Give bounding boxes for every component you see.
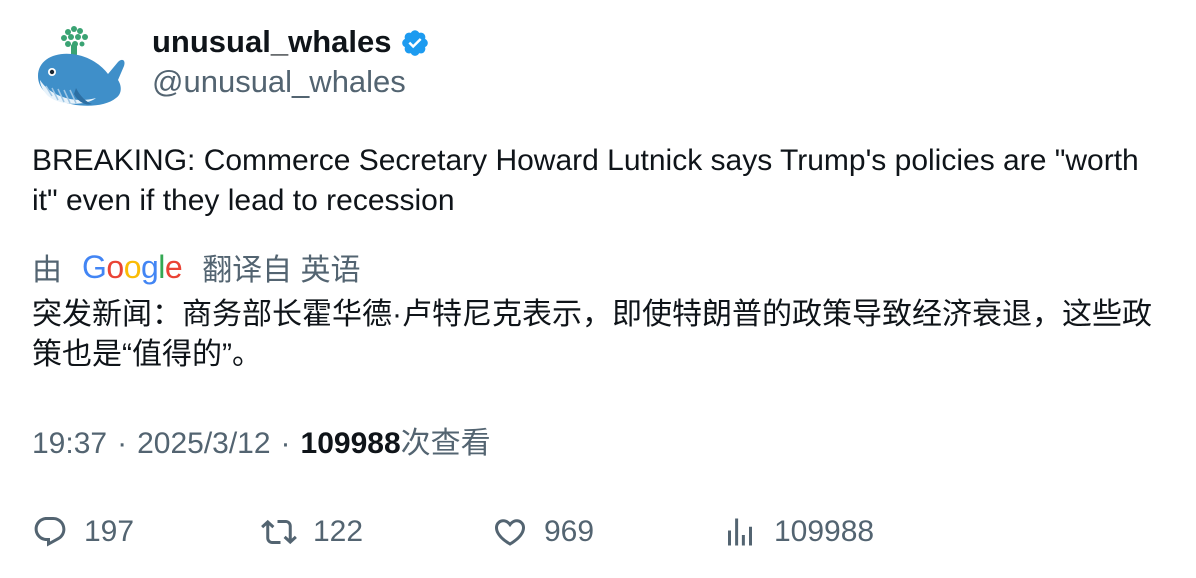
views-count: 109988 xyxy=(300,427,401,460)
heart-icon xyxy=(494,519,526,546)
views-label: 次查看 xyxy=(400,427,491,460)
whale-logo-icon xyxy=(38,26,125,106)
meta-separator: · xyxy=(280,427,291,460)
tweet-text: BREAKING: Commerce Secretary Howard Lutn… xyxy=(32,144,1139,217)
author-info: unusual_whales @unusual_whales xyxy=(152,22,430,102)
like-count: 969 xyxy=(544,515,595,548)
google-letter: e xyxy=(164,249,183,285)
verified-badge-icon xyxy=(402,30,429,56)
google-letter: l xyxy=(158,249,165,285)
translation-suffix: 翻译自 英语 xyxy=(202,254,361,287)
reply-count: 197 xyxy=(84,515,135,548)
tweet-card: unusual_whales @unusual_whales BREAKING:… xyxy=(0,0,1196,578)
reply-button[interactable]: 197 xyxy=(32,510,134,554)
google-logo[interactable]: Google xyxy=(82,246,183,288)
google-letter: G xyxy=(82,249,107,285)
translation-attribution: 由 Google 翻译自 英语 xyxy=(32,246,361,288)
action-bar: 197 122 969 109988 xyxy=(32,510,1172,554)
translated-text: 突发新闻：商务部长霍华德·卢特尼克表示，即使特朗普的政策导致经济衰退，这些政策也… xyxy=(32,298,1152,371)
reply-icon xyxy=(34,517,66,547)
meta-separator: · xyxy=(117,427,128,460)
retweet-button[interactable]: 122 xyxy=(261,510,363,554)
retweet-count: 122 xyxy=(313,515,364,548)
retweet-icon xyxy=(261,519,297,545)
like-button[interactable]: 969 xyxy=(492,510,594,554)
google-letter: o xyxy=(123,249,142,285)
views-action-count: 109988 xyxy=(774,515,875,548)
views-button[interactable]: 109988 xyxy=(722,510,874,554)
tweet-time[interactable]: 19:37 xyxy=(32,423,107,465)
handle[interactable]: @unusual_whales xyxy=(152,62,430,102)
avatar[interactable] xyxy=(30,24,130,114)
tweet-meta: 19:37 · 2025/3/12 · 109988 次查看 xyxy=(32,423,491,465)
tweet-date[interactable]: 2025/3/12 xyxy=(137,423,270,465)
analytics-icon xyxy=(728,518,752,546)
display-name[interactable]: unusual_whales xyxy=(152,22,391,62)
name-row: unusual_whales xyxy=(152,22,430,62)
translation-prefix: 由 xyxy=(32,254,62,287)
google-letter: g xyxy=(140,249,159,285)
google-letter: o xyxy=(106,249,124,285)
